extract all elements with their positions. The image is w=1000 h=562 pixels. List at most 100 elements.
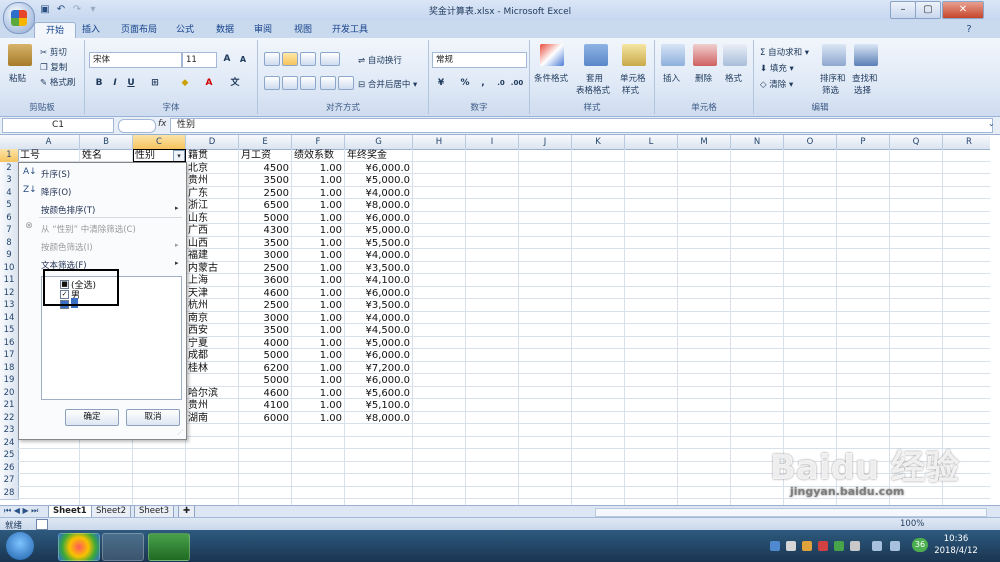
row-header-27[interactable]: 27 — [0, 474, 19, 488]
cell-native-place[interactable]: 宁夏 — [188, 337, 236, 350]
row-header-15[interactable]: 15 — [0, 324, 19, 338]
increase-indent-icon[interactable] — [338, 76, 354, 90]
cell-native-place[interactable]: 山东 — [188, 212, 236, 225]
row-header-1[interactable]: 1 — [0, 149, 19, 163]
cell-year-end-bonus[interactable]: ¥4,000.0 — [347, 312, 410, 325]
cell-year-end-bonus[interactable]: ¥4,100.0 — [347, 274, 410, 287]
column-header-h[interactable]: H — [413, 135, 466, 150]
tray-sync-icon[interactable] — [834, 541, 844, 551]
row-header-10[interactable]: 10 — [0, 261, 19, 275]
percent-button[interactable]: % — [457, 76, 473, 91]
format-table-label-1[interactable]: 套用 — [586, 72, 603, 84]
number-format-combo[interactable]: 常规 — [432, 52, 527, 68]
cell-monthly-salary[interactable]: 5000 — [241, 212, 289, 225]
tray-app-icon[interactable] — [802, 541, 812, 551]
tray-flag-icon[interactable] — [850, 541, 860, 551]
expand-formula-icon[interactable]: ⌄ — [988, 119, 995, 128]
cell-performance-factor[interactable]: 1.00 — [294, 262, 342, 275]
row-header-20[interactable]: 20 — [0, 386, 19, 400]
insert-cells-icon[interactable] — [661, 44, 685, 66]
cell-year-end-bonus[interactable]: ¥6,000.0 — [347, 349, 410, 362]
find-select-icon[interactable] — [854, 44, 878, 66]
cell-year-end-bonus[interactable]: ¥8,000.0 — [347, 199, 410, 212]
underline-button[interactable]: U — [123, 76, 139, 91]
column-header-o[interactable]: O — [784, 135, 837, 150]
format-cells-icon[interactable] — [723, 44, 747, 66]
row-header-11[interactable]: 11 — [0, 274, 19, 288]
column-header-l[interactable]: L — [625, 135, 678, 150]
row-header-22[interactable]: 22 — [0, 411, 19, 425]
cell-monthly-salary[interactable]: 3600 — [241, 274, 289, 287]
tray-help-icon[interactable] — [770, 541, 780, 551]
header-cell-b[interactable]: 姓名 — [82, 149, 130, 162]
cell-monthly-salary[interactable]: 4000 — [241, 337, 289, 350]
tab-data[interactable]: 数据 — [212, 22, 238, 38]
decrease-indent-icon[interactable] — [320, 76, 336, 90]
cell-native-place[interactable]: 山西 — [188, 237, 236, 250]
select-all-corner[interactable] — [0, 135, 19, 150]
cell-year-end-bonus[interactable]: ¥5,000.0 — [347, 174, 410, 187]
undo-icon[interactable]: ↶ — [54, 3, 68, 16]
paint-taskbar-icon[interactable] — [102, 533, 144, 561]
cell-performance-factor[interactable]: 1.00 — [294, 174, 342, 187]
cell-native-place[interactable] — [188, 374, 236, 387]
border-icon[interactable]: ⊞ — [147, 76, 163, 91]
row-header-16[interactable]: 16 — [0, 336, 19, 350]
row-header-6[interactable]: 6 — [0, 211, 19, 225]
cell-year-end-bonus[interactable]: ¥5,100.0 — [347, 399, 410, 412]
close-button[interactable]: ✕ — [942, 1, 984, 19]
row-header-26[interactable]: 26 — [0, 461, 19, 475]
cell-year-end-bonus[interactable]: ¥5,600.0 — [347, 387, 410, 400]
decrease-decimal-icon[interactable]: .00 — [509, 76, 525, 91]
cell-native-place[interactable]: 贵州 — [188, 174, 236, 187]
cell-monthly-salary[interactable]: 3500 — [241, 174, 289, 187]
column-header-f[interactable]: F — [292, 135, 345, 150]
cell-performance-factor[interactable]: 1.00 — [294, 249, 342, 262]
column-header-n[interactable]: N — [731, 135, 784, 150]
row-header-5[interactable]: 5 — [0, 199, 19, 213]
cell-native-place[interactable]: 南京 — [188, 312, 236, 325]
cell-performance-factor[interactable]: 1.00 — [294, 162, 342, 175]
cell-native-place[interactable]: 天津 — [188, 287, 236, 300]
cell-year-end-bonus[interactable]: ¥6,000.0 — [347, 162, 410, 175]
office-button[interactable] — [3, 2, 35, 34]
cell-year-end-bonus[interactable]: ¥5,000.0 — [347, 337, 410, 350]
cell-monthly-salary[interactable]: 4500 — [241, 162, 289, 175]
row-header-21[interactable]: 21 — [0, 399, 19, 413]
cell-performance-factor[interactable]: 1.00 — [294, 362, 342, 375]
cell-performance-factor[interactable]: 1.00 — [294, 199, 342, 212]
cell-native-place[interactable]: 广东 — [188, 187, 236, 200]
align-center-icon[interactable] — [282, 76, 298, 90]
cell-year-end-bonus[interactable]: ¥4,000.0 — [347, 187, 410, 200]
header-cell-d[interactable]: 籍贯 — [188, 149, 236, 162]
cell-year-end-bonus[interactable]: ¥6,000.0 — [347, 287, 410, 300]
cell-native-place[interactable]: 桂林 — [188, 362, 236, 375]
align-top-icon[interactable] — [264, 52, 280, 66]
cell-monthly-salary[interactable]: 3000 — [241, 312, 289, 325]
cell-performance-factor[interactable]: 1.00 — [294, 412, 342, 425]
cell-year-end-bonus[interactable]: ¥6,000.0 — [347, 212, 410, 225]
row-header-17[interactable]: 17 — [0, 349, 19, 363]
row-header-25[interactable]: 25 — [0, 449, 19, 463]
shrink-font-button[interactable]: A — [235, 52, 251, 67]
tab-home[interactable]: 开始 — [34, 22, 76, 39]
resize-grip-icon[interactable]: ⋰ — [177, 429, 183, 436]
cell-year-end-bonus[interactable]: ¥4,500.0 — [347, 324, 410, 337]
sheet-nav-icon[interactable]: ⏮ ◀ ▶ ⏭ — [4, 506, 38, 516]
font-size-combo[interactable]: 11 — [182, 52, 217, 68]
row-header-8[interactable]: 8 — [0, 236, 19, 250]
column-header-i[interactable]: I — [466, 135, 519, 150]
currency-icon[interactable]: ¥ — [433, 76, 449, 91]
bold-button[interactable]: B — [91, 76, 107, 91]
cell-year-end-bonus[interactable]: ¥3,500.0 — [347, 262, 410, 275]
cell-performance-factor[interactable]: 1.00 — [294, 399, 342, 412]
cancel-button[interactable]: 取消 — [126, 409, 180, 426]
chrome-taskbar-icon[interactable] — [58, 533, 100, 561]
cell-native-place[interactable]: 广西 — [188, 224, 236, 237]
tab-insert[interactable]: 插入 — [78, 22, 104, 38]
qat-dropdown-icon[interactable]: ▾ — [86, 3, 100, 16]
column-header-r[interactable]: R — [943, 135, 990, 150]
cell-performance-factor[interactable]: 1.00 — [294, 187, 342, 200]
cell-performance-factor[interactable]: 1.00 — [294, 349, 342, 362]
font-name-combo[interactable]: 宋体 — [89, 52, 182, 68]
